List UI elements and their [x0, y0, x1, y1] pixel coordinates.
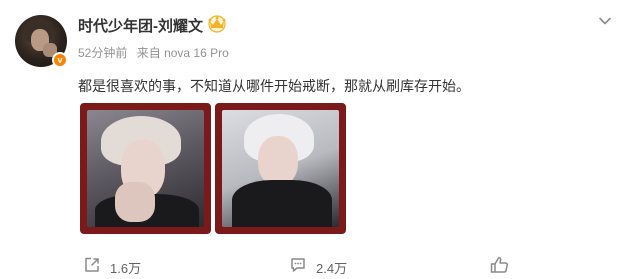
repost-count: 1.6万	[110, 261, 142, 276]
comment-icon	[291, 258, 305, 272]
photo-2-face	[258, 136, 298, 186]
photo-2	[222, 110, 339, 227]
chevron-down-icon[interactable]	[598, 14, 612, 28]
photo-1-hand	[115, 182, 155, 222]
post-source: nova 16 Pro	[164, 46, 229, 60]
photo-1	[87, 110, 204, 227]
username[interactable]: 时代少年团-刘耀文	[78, 15, 203, 36]
comment-count: 2.4万	[316, 261, 348, 276]
action-bar: 1.6万 2.4万	[0, 250, 617, 278]
post-meta: 52分钟前 来自 nova 16 Pro	[78, 44, 229, 61]
weibo-post: v 时代少年团-刘耀文 52分钟前 来自 nova 16 Pro 都是很喜欢的事…	[0, 0, 617, 279]
crown-icon	[208, 15, 226, 33]
post-image-1[interactable]	[80, 103, 211, 234]
repost-icon	[85, 257, 99, 272]
source-label: 来自	[136, 46, 161, 60]
post-content: 都是很喜欢的事，不知道从哪件开始戒断，那就从刷库存开始。	[78, 78, 470, 94]
post-image-2[interactable]	[215, 103, 346, 234]
photo-2-body	[232, 180, 332, 227]
like-icon	[490, 257, 509, 273]
post-time[interactable]: 52分钟前	[78, 46, 127, 60]
verified-badge: v	[52, 52, 68, 68]
